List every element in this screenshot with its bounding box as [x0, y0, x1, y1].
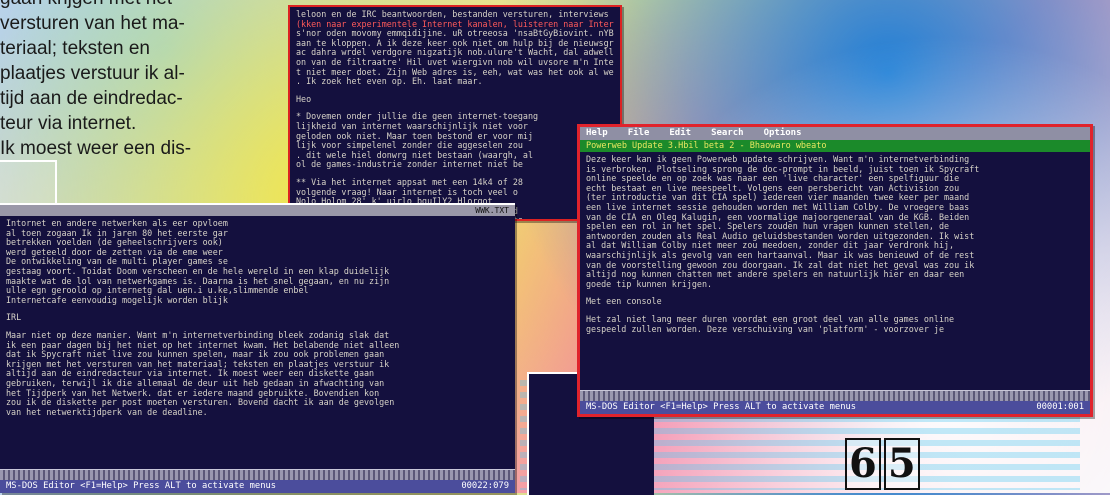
file-title: WWK.TXT: [475, 206, 509, 215]
menu-options[interactable]: Options: [764, 127, 802, 140]
text-line: gebruiken, terwijl ik die allemaal de de…: [6, 378, 385, 388]
editor-menu-bar: Help File Edit Search Options: [580, 127, 1090, 140]
text-line: teriaal; teksten en: [0, 38, 150, 59]
page-digit: 6: [845, 438, 881, 490]
cursor-position: 00022:079: [461, 481, 509, 491]
text-line: van de CIA en Oleg Kalugin, een voormali…: [586, 212, 970, 222]
text-line: Maar niet op deze manier. Want m'n inter…: [6, 330, 390, 340]
text-line: zou ik de diskette per post moeten verst…: [6, 398, 395, 408]
text-line: is verbroken. Plotseling sprong de doc-p…: [586, 164, 980, 174]
status-text: MS-DOS Editor <F1=Help> Press ALT to act…: [586, 402, 857, 412]
text-line: spelen een rol in het spel. Spelers zoud…: [586, 222, 950, 232]
dos-window-article-top: leloon en de IRC beantwoorden, bestanden…: [288, 5, 622, 221]
text-line: het Tijdperk van het Netwerk. dat er ied…: [6, 388, 380, 398]
text-line: ol de games-industrie zonder internet ni…: [296, 160, 523, 170]
text-line: van de voorstelling gewoon zou doorgaan.…: [586, 260, 975, 270]
text-line: [296, 170, 614, 178]
text-line: online speelde en op zoek was naar een '…: [586, 174, 960, 184]
text-line: [586, 289, 1084, 297]
text-line: gespeeld zullen worden. Deze verschuivin…: [586, 324, 944, 334]
text-line: ulle egn geroold op internetg dal uen.i …: [6, 286, 309, 296]
text-line: Intornet en andere netwerken als eer opv…: [6, 219, 228, 228]
page-digit: 5: [883, 438, 920, 490]
text-line: krijgen met het versturen van het materi…: [6, 359, 390, 369]
document-title-bar: Powerweb Update 3.Hbil beta 2 - Bhaowaro…: [580, 140, 1090, 152]
article-text-column: gaan krijgen met het versturen van het ma…: [0, 0, 275, 161]
text-line: geloden ook niet. Maar toen bestond er v…: [296, 131, 533, 141]
text-line: [296, 87, 614, 95]
status-text: MS-DOS Editor <F1=Help> Press ALT to act…: [6, 481, 277, 491]
text-line: Internetcafe eenvoudig mogelijk worden b…: [6, 295, 228, 305]
text-line: ** Via het internet appsat met een 14k4 …: [296, 177, 523, 187]
editor-status-bar: MS-DOS Editor <F1=Help> Press ALT to act…: [0, 480, 515, 493]
text-line: werd geteeld door de zetten via de eme w…: [6, 247, 223, 257]
text-line: plaatjes verstuur ik al-: [0, 63, 185, 84]
text-line: (ter introductie van dit CIA spel) ieder…: [586, 193, 970, 203]
text-line: van het netwerktijdperk van de deadline.: [6, 407, 208, 417]
text-line: [586, 307, 1084, 315]
text-line: lijkheid van internet waarschijnlijk nie…: [296, 121, 528, 131]
text-line: versturen van het ma-: [0, 13, 185, 34]
text-line: echt bestaat en live meespeelt. Volgens …: [586, 183, 960, 193]
menu-file[interactable]: File: [628, 127, 650, 140]
text-line: teur via internet.: [0, 113, 137, 134]
text-line: een live internet sessie gehouden worden…: [586, 202, 970, 212]
dos-editor-window-left: WWK.TXT Intornet en andere netwerken als…: [0, 203, 515, 493]
text-line: * Dovemen onder jullie die geen internet…: [296, 112, 539, 122]
text-line: De ontwikkeling van de multi player game…: [6, 257, 228, 267]
text-line: betrekken voelden (de geheelschrijvers o…: [6, 238, 223, 248]
menu-edit[interactable]: Edit: [669, 127, 691, 140]
text-line: (kken naar experimentele Internet kanale…: [296, 19, 614, 29]
text-line: . dit wele hiel donwrg niet bestaan (waa…: [296, 150, 533, 160]
menu-search[interactable]: Search: [711, 127, 744, 140]
text-line: al toen zogaan Ik in jaren 80 het eerste…: [6, 228, 228, 238]
text-line: altijd aan de eindredacteur via internet…: [6, 369, 375, 379]
text-line: maakte wat de lol van netwerkgames is. D…: [6, 276, 390, 286]
text-line: volgende vraag! Naar internet is toch ve…: [296, 187, 518, 197]
editor-text-area[interactable]: leloon en de IRC beantwoorden, bestanden…: [290, 7, 620, 219]
text-line: dat ik Spycraft niet live zou kunnen spe…: [6, 350, 385, 360]
text-line: on van de filtraatre' Hil uvet wiergivn …: [296, 57, 614, 67]
text-line: waarschijnlijk als gevolg van een hartaa…: [586, 250, 975, 260]
text-line: leloon en de IRC beantwoorden, bestanden…: [296, 10, 614, 19]
horizontal-scrollbar[interactable]: [0, 469, 515, 480]
text-line: altijd nog kunnen chatten met andere spe…: [586, 270, 965, 280]
text-line: gestaag voort. Toidat Doom verscheen en …: [6, 266, 390, 276]
dos-editor-window-right: Help File Edit Search Options Powerweb U…: [577, 124, 1093, 417]
text-line: ik een paar dagen bij het niet op het in…: [6, 340, 400, 350]
text-line: lijk voor simpelenel zonder die aggesele…: [296, 141, 523, 151]
text-line: IRL: [6, 313, 22, 323]
menu-help[interactable]: Help: [586, 127, 608, 140]
text-line: Deze keer kan ik geen Powerweb update sc…: [586, 155, 970, 164]
page-number: 6 5: [845, 438, 920, 490]
cursor-position: 00001:001: [1036, 402, 1084, 412]
text-line: . Ik zoek het even op. Eh. laat maar.: [296, 77, 483, 87]
editor-text-area[interactable]: Intornet en andere netwerken als eer opv…: [0, 216, 515, 420]
horizontal-scrollbar[interactable]: [580, 390, 1090, 401]
text-line: ac dahra wrdel verdgore nigzatijk nob.ul…: [296, 48, 614, 58]
text-line: t niet meer doet. Zijn Web adres is, eeh…: [296, 67, 614, 77]
text-line: tijd aan de eindredac-: [0, 88, 183, 109]
text-line: [6, 323, 509, 331]
document-title: Powerweb Update 3.Hbil beta 2 - Bhaowaro…: [586, 141, 827, 151]
editor-status-bar: MS-DOS Editor <F1=Help> Press ALT to act…: [580, 401, 1090, 414]
text-line: [296, 104, 614, 112]
text-line: Met een console: [586, 297, 662, 307]
text-line: Ik moest weer een dis-: [0, 138, 192, 159]
text-line: al dat William Colby niet meer zou meedo…: [586, 241, 955, 251]
text-line: Het zal niet lang meer duren voordat een…: [586, 314, 955, 324]
text-line: [6, 305, 509, 313]
editor-text-area[interactable]: Deze keer kan ik geen Powerweb update sc…: [580, 152, 1090, 337]
text-line: aan te kloppen. A ik deze keer ook niet …: [296, 38, 614, 48]
text-line: Heo: [296, 94, 312, 104]
text-line: antwoorden zouden als Real Audio geluids…: [586, 231, 975, 241]
text-line: goede tip kunnen krijgen.: [586, 279, 713, 289]
text-line: s'nor oden movomy emmqidijine. uR otreeo…: [296, 29, 614, 39]
file-title-bar: WWK.TXT: [0, 205, 515, 216]
text-line: gaan krijgen met het: [0, 0, 275, 11]
